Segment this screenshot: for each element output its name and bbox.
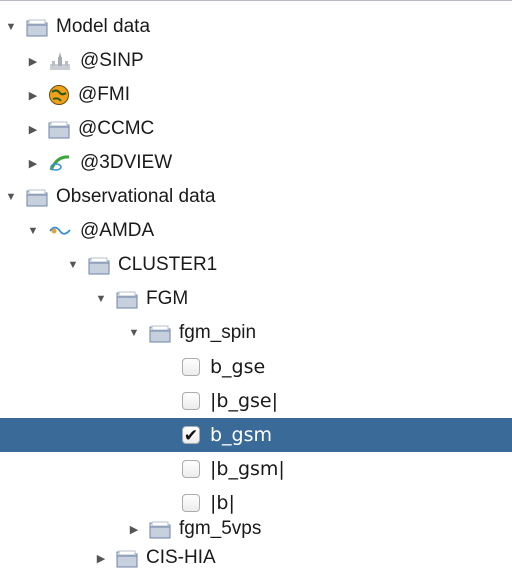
tree-node-model-data[interactable]: ▼ Model data bbox=[0, 10, 512, 44]
param-row-b-gsm-magnitude[interactable]: |b_gsm| bbox=[0, 452, 512, 486]
tree-node-cluster1[interactable]: ▼ CLUSTER1 bbox=[0, 248, 512, 282]
param-checkbox-checked[interactable]: ✔ bbox=[182, 426, 200, 444]
folder-icon bbox=[116, 289, 138, 309]
folder-icon bbox=[26, 187, 48, 207]
expand-toggle-icon[interactable]: ▶ bbox=[26, 146, 40, 180]
tree-node-fgm[interactable]: ▼ FGM bbox=[0, 282, 512, 316]
param-label: |b_gse| bbox=[210, 390, 279, 412]
expand-toggle-icon[interactable]: ▼ bbox=[4, 10, 18, 44]
data-tree[interactable]: ▼ Model data ▶ @SINP ▶ @FMI ▶ @CCMC ▶ @3… bbox=[0, 0, 512, 575]
tree-node-label: @CCMC bbox=[78, 118, 155, 139]
folder-icon bbox=[116, 548, 138, 568]
tree-node-3dview[interactable]: ▶ @3DVIEW bbox=[0, 146, 512, 180]
sinp-building-icon bbox=[48, 51, 72, 71]
expand-toggle-icon[interactable]: ▶ bbox=[26, 112, 40, 146]
expand-toggle-icon[interactable]: ▶ bbox=[94, 541, 108, 575]
param-checkbox[interactable] bbox=[182, 358, 200, 376]
expand-toggle-icon[interactable]: ▼ bbox=[127, 316, 141, 350]
globe-icon bbox=[48, 84, 70, 106]
amda-logo-icon bbox=[48, 223, 72, 239]
tree-node-label: @SINP bbox=[80, 50, 144, 71]
tree-node-ccmc[interactable]: ▶ @CCMC bbox=[0, 112, 512, 146]
expand-toggle-icon[interactable]: ▼ bbox=[4, 180, 18, 214]
tree-node-label: Model data bbox=[56, 16, 151, 37]
param-row-b-gsm[interactable]: ✔ b_gsm bbox=[0, 418, 512, 452]
expand-toggle-icon[interactable]: ▼ bbox=[94, 282, 108, 316]
param-label: b_gsm bbox=[210, 424, 273, 446]
param-checkbox[interactable] bbox=[182, 460, 200, 478]
tree-node-amda[interactable]: ▼ @AMDA bbox=[0, 214, 512, 248]
param-label: b_gse bbox=[210, 356, 266, 378]
tree-node-observational-data[interactable]: ▼ Observational data bbox=[0, 180, 512, 214]
checkmark-icon: ✔ bbox=[183, 425, 199, 445]
tree-node-label: CLUSTER1 bbox=[118, 254, 218, 275]
tree-node-label: @3DVIEW bbox=[80, 152, 173, 173]
tree-node-sinp[interactable]: ▶ @SINP bbox=[0, 44, 512, 78]
tree-node-fmi[interactable]: ▶ @FMI bbox=[0, 78, 512, 112]
tree-node-label: CIS-HIA bbox=[146, 547, 216, 568]
tree-node-fgm-spin[interactable]: ▼ fgm_spin bbox=[0, 316, 512, 350]
param-row-b-gse-magnitude[interactable]: |b_gse| bbox=[0, 384, 512, 418]
tree-node-label: @AMDA bbox=[80, 220, 155, 241]
expand-toggle-icon[interactable]: ▶ bbox=[26, 44, 40, 78]
param-label: |b_gsm| bbox=[210, 458, 285, 480]
param-checkbox[interactable] bbox=[182, 494, 200, 512]
tree-node-label: Observational data bbox=[56, 186, 216, 207]
param-row-b-gse[interactable]: b_gse bbox=[0, 350, 512, 384]
expand-toggle-icon[interactable]: ▼ bbox=[26, 214, 40, 248]
folder-icon bbox=[149, 323, 171, 343]
tree-node-label: FGM bbox=[146, 288, 189, 309]
folder-icon bbox=[149, 519, 171, 539]
tree-node-label: @FMI bbox=[78, 84, 130, 105]
param-checkbox[interactable] bbox=[182, 392, 200, 410]
tree-node-cis-hia[interactable]: ▶ CIS-HIA bbox=[0, 541, 512, 575]
tree-node-label: fgm_spin bbox=[179, 322, 257, 343]
folder-icon bbox=[48, 119, 70, 139]
folder-icon bbox=[26, 17, 48, 37]
expand-toggle-icon[interactable]: ▼ bbox=[66, 248, 80, 282]
collapse-toggle-icon[interactable]: ▶ bbox=[26, 78, 40, 112]
folder-icon bbox=[88, 255, 110, 275]
3dview-icon bbox=[48, 153, 72, 173]
